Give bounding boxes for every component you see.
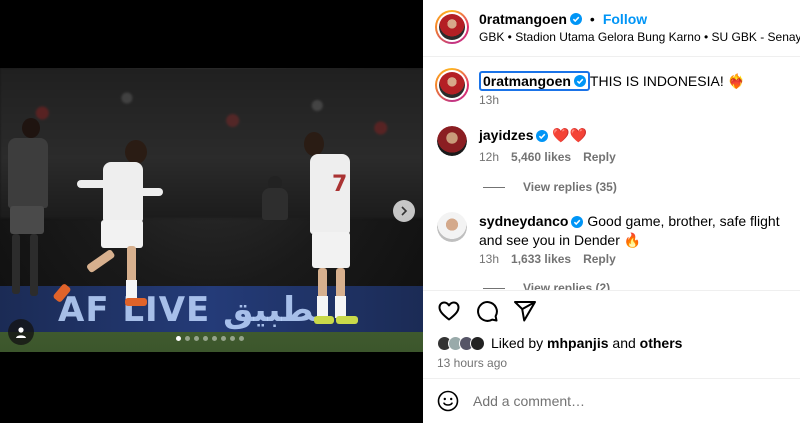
comment-avatar[interactable]	[437, 212, 467, 242]
verified-badge-icon	[536, 130, 549, 142]
player-celebrating	[52, 140, 165, 330]
carousel-dot[interactable]	[239, 336, 244, 341]
media-pane: AF LIVE تطبيق 7	[0, 0, 423, 423]
replies-line	[483, 288, 505, 289]
caption-time: 13h	[479, 93, 500, 107]
caption-username-focused[interactable]: 0ratmangoen	[479, 71, 590, 91]
action-bar	[437, 299, 537, 323]
verified-badge-icon	[569, 13, 582, 25]
header-separator: •	[589, 11, 595, 27]
carousel-dot[interactable]	[176, 336, 181, 341]
post-photo[interactable]: AF LIVE تطبيق 7	[0, 68, 423, 352]
reply-button[interactable]: Reply	[583, 150, 616, 164]
verified-badge-icon	[573, 75, 586, 87]
header-divider	[423, 56, 800, 57]
reply-button[interactable]: Reply	[583, 252, 616, 266]
verified-badge-icon	[571, 216, 584, 228]
carousel-dot[interactable]	[221, 336, 226, 341]
player-opponent	[2, 118, 50, 308]
share-icon[interactable]	[513, 299, 537, 323]
caption-text: THIS IS INDONESIA! ❤️‍🔥	[589, 73, 746, 89]
liker-avatar	[470, 335, 485, 351]
caption-avatar[interactable]	[435, 68, 469, 102]
follow-button[interactable]: Follow	[603, 11, 647, 27]
likes-others-link[interactable]: others	[640, 334, 683, 352]
carousel-dot[interactable]	[212, 336, 217, 341]
post-side-panel: 0ratmangoen • Follow GBK • Stadion Utama…	[423, 0, 800, 423]
comment-likes[interactable]: 1,633 likes	[511, 252, 571, 266]
heart-icon[interactable]	[437, 299, 461, 323]
comment-meta: 12h 5,460 likes Reply	[479, 150, 616, 164]
liker-username[interactable]: mhpanjis	[547, 334, 608, 352]
add-comment-bar: Add a comment…	[437, 390, 585, 412]
comment-avatar[interactable]	[437, 126, 467, 156]
comment-time: 13h	[479, 252, 500, 266]
comment-1: jayidzes ❤️❤️	[479, 126, 789, 144]
liker-avatars	[437, 335, 485, 351]
instagram-post-view: AF LIVE تطبيق 7 0ratmangoen • Follow GBK…	[0, 0, 800, 423]
carousel-dot[interactable]	[194, 336, 199, 341]
comment-username[interactable]: sydneydanco	[479, 213, 568, 229]
replies-line	[483, 186, 505, 188]
caption: 0ratmangoen THIS IS INDONESIA! ❤️‍🔥	[479, 71, 745, 91]
photographer	[258, 176, 292, 220]
post-timestamp[interactable]: 13 hours ago	[437, 356, 507, 370]
comment-input[interactable]: Add a comment…	[473, 393, 585, 409]
view-replies-button[interactable]: View replies (35)	[483, 180, 617, 194]
tagged-users-button[interactable]	[8, 319, 34, 345]
view-replies-button[interactable]: View replies (2)	[483, 281, 610, 290]
user-tag-icon	[16, 327, 26, 338]
comment-2: sydneydanco Good game, brother, safe fli…	[479, 212, 789, 250]
carousel-dot[interactable]	[230, 336, 235, 341]
emoji-icon[interactable]	[437, 390, 459, 412]
liked-and-label: and	[608, 335, 640, 351]
carousel-dots	[176, 336, 244, 341]
post-location[interactable]: GBK • Stadion Utama Gelora Bung Karno • …	[479, 30, 800, 44]
comment-meta: 13h 1,633 likes Reply	[479, 252, 616, 266]
comment-time: 12h	[479, 150, 500, 164]
carousel-next-button[interactable]	[393, 200, 415, 222]
comment-username[interactable]: jayidzes	[479, 127, 533, 143]
comment-likes[interactable]: 5,460 likes	[511, 150, 571, 164]
post-header: 0ratmangoen • Follow	[479, 11, 647, 27]
likes-summary: Liked by mhpanjis and others	[437, 334, 682, 352]
footer-divider	[423, 378, 800, 379]
author-username[interactable]: 0ratmangoen	[479, 11, 567, 27]
author-avatar[interactable]	[435, 10, 469, 44]
comments-divider	[423, 290, 800, 291]
carousel-dot[interactable]	[185, 336, 190, 341]
comment-icon[interactable]	[475, 299, 499, 323]
pitch	[0, 332, 423, 352]
chevron-right-icon	[401, 206, 408, 216]
carousel-dot[interactable]	[203, 336, 208, 341]
liked-by-label: Liked by	[491, 335, 548, 351]
comment-text: ❤️❤️	[552, 127, 588, 143]
player-number-7: 7	[296, 132, 366, 332]
